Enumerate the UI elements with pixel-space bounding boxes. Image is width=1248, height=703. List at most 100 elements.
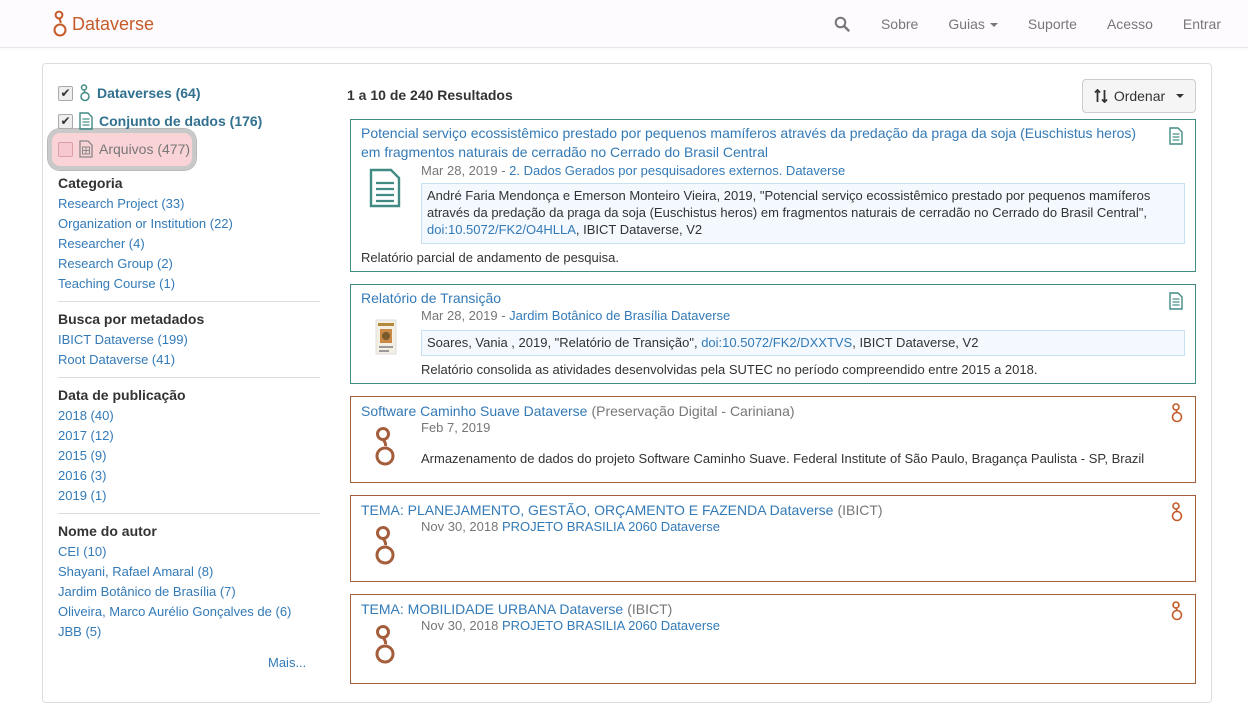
result-parent-link[interactable]: PROJETO BRASILIA 2060 Dataverse bbox=[502, 519, 720, 534]
facet-item[interactable]: 2018 (40) bbox=[58, 408, 114, 423]
dataverse-thumbnail-icon bbox=[375, 427, 395, 466]
result-affiliation: (Preservação Digital - Cariniana) bbox=[591, 403, 795, 419]
result-title-row: Software Caminho Suave Dataverse (Preserv… bbox=[361, 402, 795, 421]
dataset-icon bbox=[1169, 127, 1183, 145]
result-affiliation: (IBICT) bbox=[627, 601, 673, 617]
facet-title-autor: Nome do autor bbox=[58, 523, 157, 539]
facet-title-metadados: Busca por metadados bbox=[58, 311, 205, 327]
nav-sobre[interactable]: Sobre bbox=[866, 16, 933, 32]
result-date: Nov 30, 2018 bbox=[421, 618, 499, 633]
dataset-thumbnail-icon bbox=[369, 168, 401, 208]
nav-suporte[interactable]: Suporte bbox=[1013, 16, 1092, 32]
dataverse-thumbnail-icon bbox=[375, 526, 395, 565]
dataverses-label: Dataverses (64) bbox=[97, 85, 201, 101]
result-meta: Mar 28, 2019 - Jardim Botânico de Brasíl… bbox=[421, 308, 730, 323]
more-link[interactable]: Mais... bbox=[268, 655, 306, 670]
brand-logo[interactable]: Dataverse bbox=[52, 8, 154, 40]
result-title[interactable]: TEMA: PLANEJAMENTO, GESTÃO, ORÇAMENTO E … bbox=[361, 502, 833, 518]
sort-icon bbox=[1094, 89, 1108, 103]
search-button[interactable] bbox=[818, 16, 866, 32]
brand-name: Dataverse bbox=[72, 13, 155, 34]
result-date: Nov 30, 2018 bbox=[421, 519, 499, 534]
facet-item[interactable]: 2015 (9) bbox=[58, 448, 106, 463]
result-title[interactable]: Potencial serviço ecossistêmico prestado… bbox=[361, 124, 1136, 162]
facet-item[interactable]: 2016 (3) bbox=[58, 468, 106, 483]
result-date: Mar 28, 2019 - bbox=[421, 308, 510, 323]
datasets-checkbox[interactable]: ✔ bbox=[58, 113, 73, 129]
facet-item[interactable]: Research Project (33) bbox=[58, 196, 184, 211]
datasets-label: Conjunto de dados (176) bbox=[99, 113, 263, 129]
facet-item[interactable]: CEI (10) bbox=[58, 544, 106, 559]
facet-item[interactable]: Shayani, Rafael Amaral (8) bbox=[58, 564, 213, 579]
result-parent-link[interactable]: PROJETO BRASILIA 2060 Dataverse bbox=[502, 618, 720, 633]
facet-item[interactable]: Research Group (2) bbox=[58, 256, 173, 271]
result-meta: Nov 30, 2018 PROJETO BRASILIA 2060 Datav… bbox=[421, 618, 720, 633]
facet-item[interactable]: IBICT Dataverse (199) bbox=[58, 332, 188, 347]
result-date: Feb 7, 2019 bbox=[421, 420, 491, 435]
result-title[interactable]: TEMA: MOBILIDADE URBANA Dataverse bbox=[361, 601, 623, 617]
facet-item[interactable]: Jardim Botânico de Brasília (7) bbox=[58, 584, 236, 599]
file-icon bbox=[79, 140, 93, 158]
citation-text: André Faria Mendonça e Emerson Monteiro … bbox=[427, 188, 1151, 220]
result-title-line1: Potencial serviço ecossistêmico prestado… bbox=[361, 125, 1137, 141]
nav-guias-label: Guias bbox=[948, 16, 985, 32]
chevron-down-icon bbox=[989, 23, 998, 28]
result-parent-link[interactable]: 2. Dados Gerados por pesquisadores exter… bbox=[509, 163, 845, 178]
citation-suffix: , IBICT Dataverse, V2 bbox=[852, 335, 979, 350]
facet-item[interactable]: Root Dataverse (41) bbox=[58, 352, 175, 367]
navbar: Dataverse Sobre Guias Suporte Acesso Ent… bbox=[0, 0, 1248, 48]
facet-item[interactable]: Teaching Course (1) bbox=[58, 276, 175, 291]
nav-entrar[interactable]: Entrar bbox=[1168, 16, 1248, 32]
search-icon bbox=[834, 16, 850, 32]
result-date: Mar 28, 2019 - bbox=[421, 163, 510, 178]
document-thumbnail-image bbox=[375, 319, 397, 355]
result-card-dataset: Relatório de Transição Mar 28, 2019 - Ja… bbox=[350, 284, 1196, 384]
filter-files[interactable]: Arquivos (477) bbox=[58, 140, 190, 158]
facet-divider bbox=[58, 301, 320, 302]
result-description: Armazenamento de dados do projeto Softwa… bbox=[421, 451, 1145, 466]
facet-title-categoria: Categoria bbox=[58, 175, 123, 191]
facet-item[interactable]: Oliveira, Marco Aurélio Gonçalves de (6) bbox=[58, 604, 291, 619]
result-description: Relatório consolida as atividades desenv… bbox=[421, 362, 1038, 377]
facet-item[interactable]: 2019 (1) bbox=[58, 488, 106, 503]
facet-item[interactable]: JBB (5) bbox=[58, 624, 101, 639]
result-card-dataset: Potencial serviço ecossistêmico prestado… bbox=[350, 119, 1196, 272]
sort-label: Ordenar bbox=[1113, 88, 1166, 104]
filter-datasets[interactable]: ✔ Conjunto de dados (176) bbox=[58, 112, 262, 130]
result-title-row: TEMA: PLANEJAMENTO, GESTÃO, ORÇAMENTO E … bbox=[361, 501, 883, 520]
nav-guias[interactable]: Guias bbox=[933, 16, 1013, 32]
result-description: Relatório parcial de andamento de pesqui… bbox=[361, 250, 620, 265]
result-meta: Nov 30, 2018 PROJETO BRASILIA 2060 Datav… bbox=[421, 519, 720, 534]
dataverses-checkbox[interactable]: ✔ bbox=[58, 85, 73, 101]
dataverse-icon bbox=[1171, 502, 1183, 522]
citation-text: Soares, Vania , 2019, "Relatório de Tran… bbox=[427, 335, 702, 350]
facet-divider bbox=[58, 513, 320, 514]
dataverse-logo-icon bbox=[53, 10, 67, 37]
citation-box: André Faria Mendonça e Emerson Monteiro … bbox=[421, 183, 1185, 244]
facet-item[interactable]: Researcher (4) bbox=[58, 236, 145, 251]
filter-dataverses[interactable]: ✔ Dataverses (64) bbox=[58, 84, 201, 102]
result-title[interactable]: Software Caminho Suave Dataverse bbox=[361, 403, 587, 419]
doi-link[interactable]: doi:10.5072/FK2/O4HLLA bbox=[427, 222, 576, 237]
result-title-line2: em fragmentos naturais de cerradão no Ce… bbox=[361, 144, 768, 160]
facet-item[interactable]: 2017 (12) bbox=[58, 428, 114, 443]
dataverse-icon bbox=[1171, 601, 1183, 621]
sort-button[interactable]: Ordenar bbox=[1082, 79, 1196, 113]
results-count: 1 a 10 de 240 Resultados bbox=[347, 87, 513, 103]
result-title-row: TEMA: MOBILIDADE URBANA Dataverse (IBICT) bbox=[361, 600, 672, 619]
files-label: Arquivos (477) bbox=[99, 141, 191, 157]
facet-item[interactable]: Organization or Institution (22) bbox=[58, 216, 233, 231]
files-checkbox[interactable] bbox=[58, 141, 73, 157]
dataset-icon bbox=[79, 112, 93, 130]
doi-link[interactable]: doi:10.5072/FK2/DXXTVS bbox=[701, 335, 852, 350]
result-card-dataverse: Software Caminho Suave Dataverse (Preserv… bbox=[350, 396, 1196, 483]
result-card-dataverse: TEMA: PLANEJAMENTO, GESTÃO, ORÇAMENTO E … bbox=[350, 495, 1196, 582]
facet-divider bbox=[58, 377, 320, 378]
nav-acesso[interactable]: Acesso bbox=[1092, 16, 1168, 32]
result-parent-link[interactable]: Jardim Botânico de Brasília Dataverse bbox=[509, 308, 730, 323]
facet-title-data-publicacao: Data de publicação bbox=[58, 387, 186, 403]
result-title[interactable]: Relatório de Transição bbox=[361, 289, 501, 308]
chevron-down-icon bbox=[1176, 94, 1185, 98]
dataverse-thumbnail-icon bbox=[375, 625, 395, 664]
dataverse-icon bbox=[1171, 403, 1183, 423]
